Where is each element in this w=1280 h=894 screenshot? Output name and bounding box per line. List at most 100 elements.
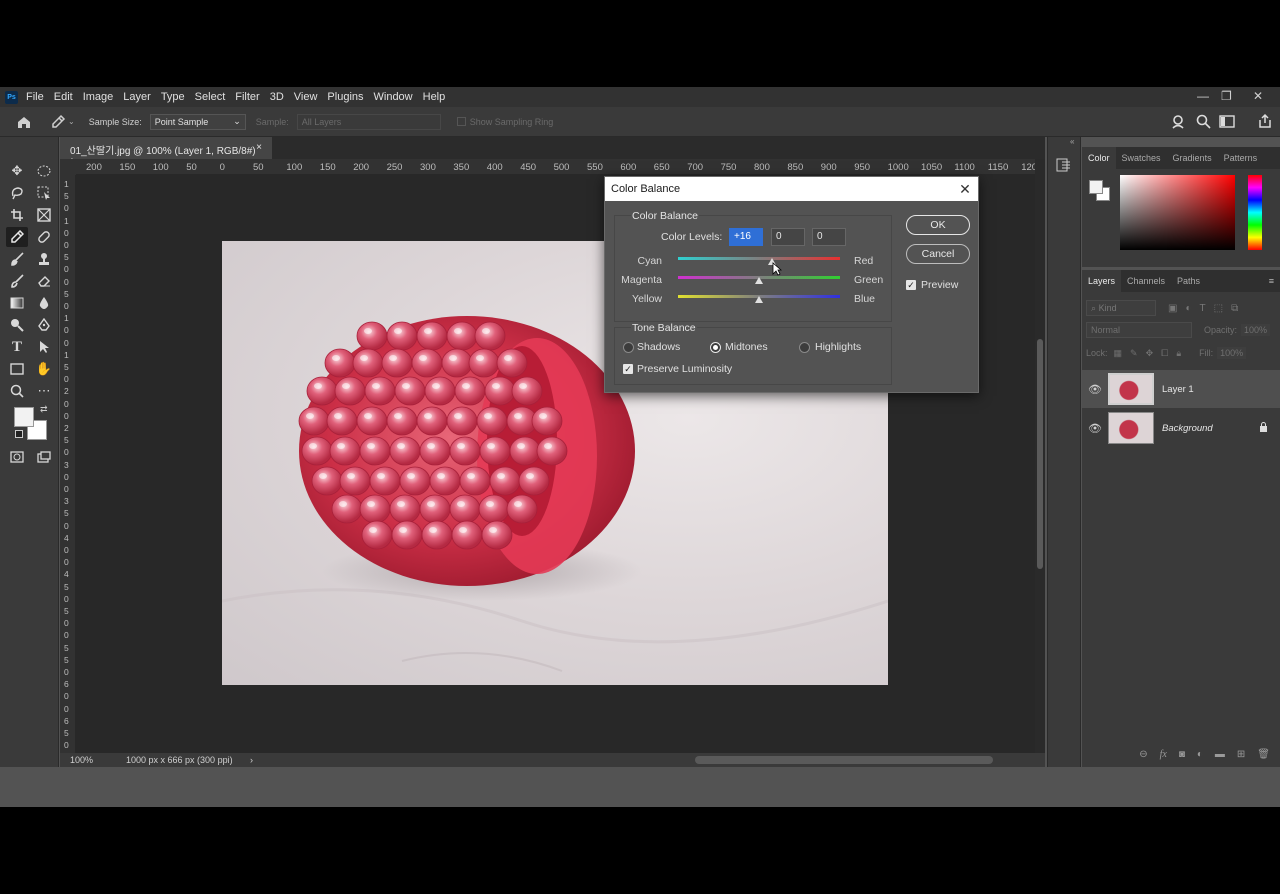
vertical-ruler[interactable]: 1501005005010015020025030035040045050055… <box>60 175 76 753</box>
move-tool-icon[interactable]: ✥ <box>6 161 28 181</box>
sample-select[interactable]: All Layers <box>296 113 441 130</box>
dodge-tool-icon[interactable] <box>6 315 28 335</box>
shadows-label[interactable]: Shadows <box>637 341 680 353</box>
layer-name[interactable]: Background <box>1162 423 1213 434</box>
filter-pixel-icon[interactable]: ▣ <box>1168 303 1177 314</box>
slider-thumb[interactable] <box>755 296 763 303</box>
preserve-luminosity-checkbox[interactable]: ✓ <box>623 364 633 374</box>
tab-color[interactable]: Color <box>1082 147 1116 169</box>
magenta-green-slider[interactable] <box>678 276 840 284</box>
default-colors-icon[interactable] <box>15 430 23 438</box>
visibility-eye-icon[interactable]: 👁︎ <box>1082 383 1108 396</box>
layer-name[interactable]: Layer 1 <box>1162 384 1194 395</box>
foreground-color-swatch[interactable] <box>14 407 34 427</box>
horizontal-scroll-thumb[interactable] <box>695 756 993 764</box>
sample-size-select[interactable]: Point Sample ⌄ <box>149 113 246 130</box>
menu-view[interactable]: View <box>294 91 318 103</box>
type-tool-icon[interactable]: T <box>6 337 28 357</box>
gradient-tool-icon[interactable] <box>6 293 28 313</box>
lock-image-icon[interactable]: ✎ <box>1130 348 1138 359</box>
blend-mode-select[interactable]: Normal <box>1086 322 1192 338</box>
zoom-level[interactable]: 100% <box>70 755 126 765</box>
menu-file[interactable]: File <box>26 91 44 103</box>
eyedropper-tool-icon[interactable] <box>6 227 28 247</box>
history-panel-icon[interactable] <box>1056 157 1072 176</box>
history-brush-tool-icon[interactable] <box>6 271 28 291</box>
cyan-red-level-input[interactable]: +16 <box>729 228 763 246</box>
adjustment-layer-icon[interactable]: ◐ <box>1197 749 1203 760</box>
dialog-close-icon[interactable]: ✕ <box>952 181 978 198</box>
collapse-panels-icon[interactable]: « <box>1070 137 1074 146</box>
menu-type[interactable]: Type <box>161 91 185 103</box>
color-panel-fg-swatch[interactable] <box>1089 180 1103 194</box>
sampling-ring-checkbox[interactable] <box>456 117 466 126</box>
tab-swatches[interactable]: Swatches <box>1116 147 1167 169</box>
object-selection-tool-icon[interactable] <box>33 183 55 203</box>
close-tab-icon[interactable]: × <box>256 142 262 154</box>
minimize-button[interactable]: — <box>1197 89 1209 103</box>
pen-tool-icon[interactable] <box>33 315 55 335</box>
yellow-blue-slider[interactable] <box>678 295 840 303</box>
vertical-scrollbar[interactable] <box>1035 159 1045 753</box>
home-icon[interactable] <box>16 114 32 130</box>
horizontal-scrollbar[interactable] <box>260 753 1030 767</box>
eraser-tool-icon[interactable] <box>33 271 55 291</box>
midtones-label[interactable]: Midtones <box>725 341 768 353</box>
path-selection-tool-icon[interactable] <box>33 337 55 357</box>
clone-stamp-tool-icon[interactable] <box>33 249 55 269</box>
frame-tool-icon[interactable] <box>33 205 55 225</box>
visibility-eye-icon[interactable]: 👁︎ <box>1082 422 1108 435</box>
blur-tool-icon[interactable] <box>33 293 55 313</box>
panel-menu-icon[interactable]: ≡ <box>1269 276 1274 286</box>
midtones-radio[interactable] <box>710 342 721 353</box>
swap-colors-icon[interactable]: ⇄ <box>40 404 48 415</box>
share-icon[interactable] <box>1257 113 1273 132</box>
magenta-green-level-input[interactable]: 0 <box>771 228 805 246</box>
menu-image[interactable]: Image <box>83 91 114 103</box>
filter-smart-object-icon[interactable]: ⧉ <box>1231 303 1238 314</box>
delete-layer-icon[interactable]: 🗑︎ <box>1257 749 1270 760</box>
screen-mode-icon[interactable] <box>33 447 55 467</box>
hand-tool-icon[interactable]: ✋ <box>33 359 55 379</box>
preview-checkbox[interactable]: ✓ <box>906 280 916 290</box>
fx-icon[interactable]: fx <box>1160 749 1167 760</box>
close-window-button[interactable]: ✕ <box>1253 89 1263 103</box>
document-tab[interactable]: 01_산딸기.jpg @ 100% (Layer 1, RGB/8#) * × <box>60 137 272 168</box>
crop-tool-icon[interactable] <box>6 205 28 225</box>
lock-position-icon[interactable]: ✥ <box>1146 348 1154 359</box>
ok-button[interactable]: OK <box>906 215 970 235</box>
menu-layer[interactable]: Layer <box>123 91 151 103</box>
tab-layers[interactable]: Layers <box>1082 270 1122 292</box>
filter-type-icon[interactable]: T <box>1200 303 1206 314</box>
color-field[interactable] <box>1120 175 1235 250</box>
tab-gradients[interactable]: Gradients <box>1167 147 1218 169</box>
opacity-value[interactable]: 100% <box>1241 324 1271 336</box>
highlights-label[interactable]: Highlights <box>815 341 861 353</box>
yellow-blue-level-input[interactable]: 0 <box>812 228 846 246</box>
lock-transparent-icon[interactable]: ▦ <box>1114 348 1123 359</box>
layer-row-layer-1[interactable]: 👁︎ Layer 1 <box>1082 370 1280 408</box>
lock-artboard-icon[interactable]: ⧠ <box>1161 348 1168 359</box>
add-mask-icon[interactable]: ◙ <box>1179 749 1185 760</box>
brush-tool-icon[interactable] <box>6 249 28 269</box>
layer-lock-icon[interactable] <box>1259 421 1268 435</box>
lock-all-icon[interactable]: 🔒︎ <box>1176 348 1181 359</box>
share-user-icon[interactable] <box>1171 114 1187 133</box>
marquee-tool-icon[interactable] <box>33 161 55 181</box>
filter-shape-icon[interactable]: ⬚ <box>1214 303 1223 314</box>
lasso-tool-icon[interactable] <box>6 183 28 203</box>
horizontal-ruler[interactable]: 200 150 100 50 0 50 100 150 200 250 300 350 400 450 50… <box>76 159 1035 175</box>
cancel-button[interactable]: Cancel <box>906 244 970 264</box>
menu-plugins[interactable]: Plugins <box>327 91 363 103</box>
tool-preset-chevron-icon[interactable]: ⌄ <box>68 117 75 126</box>
vertical-scroll-thumb[interactable] <box>1037 339 1043 569</box>
menu-help[interactable]: Help <box>423 91 446 103</box>
quick-mask-icon[interactable] <box>6 447 28 467</box>
rectangle-tool-icon[interactable] <box>6 359 28 379</box>
status-menu-chevron-icon[interactable]: › <box>250 755 253 765</box>
tab-paths[interactable]: Paths <box>1171 270 1206 292</box>
restore-button[interactable]: ❐ <box>1221 89 1232 103</box>
layer-row-background[interactable]: 👁︎ Background <box>1082 409 1280 447</box>
filter-adjustment-icon[interactable]: ◐ <box>1185 303 1191 314</box>
ruler-origin[interactable] <box>60 159 76 175</box>
